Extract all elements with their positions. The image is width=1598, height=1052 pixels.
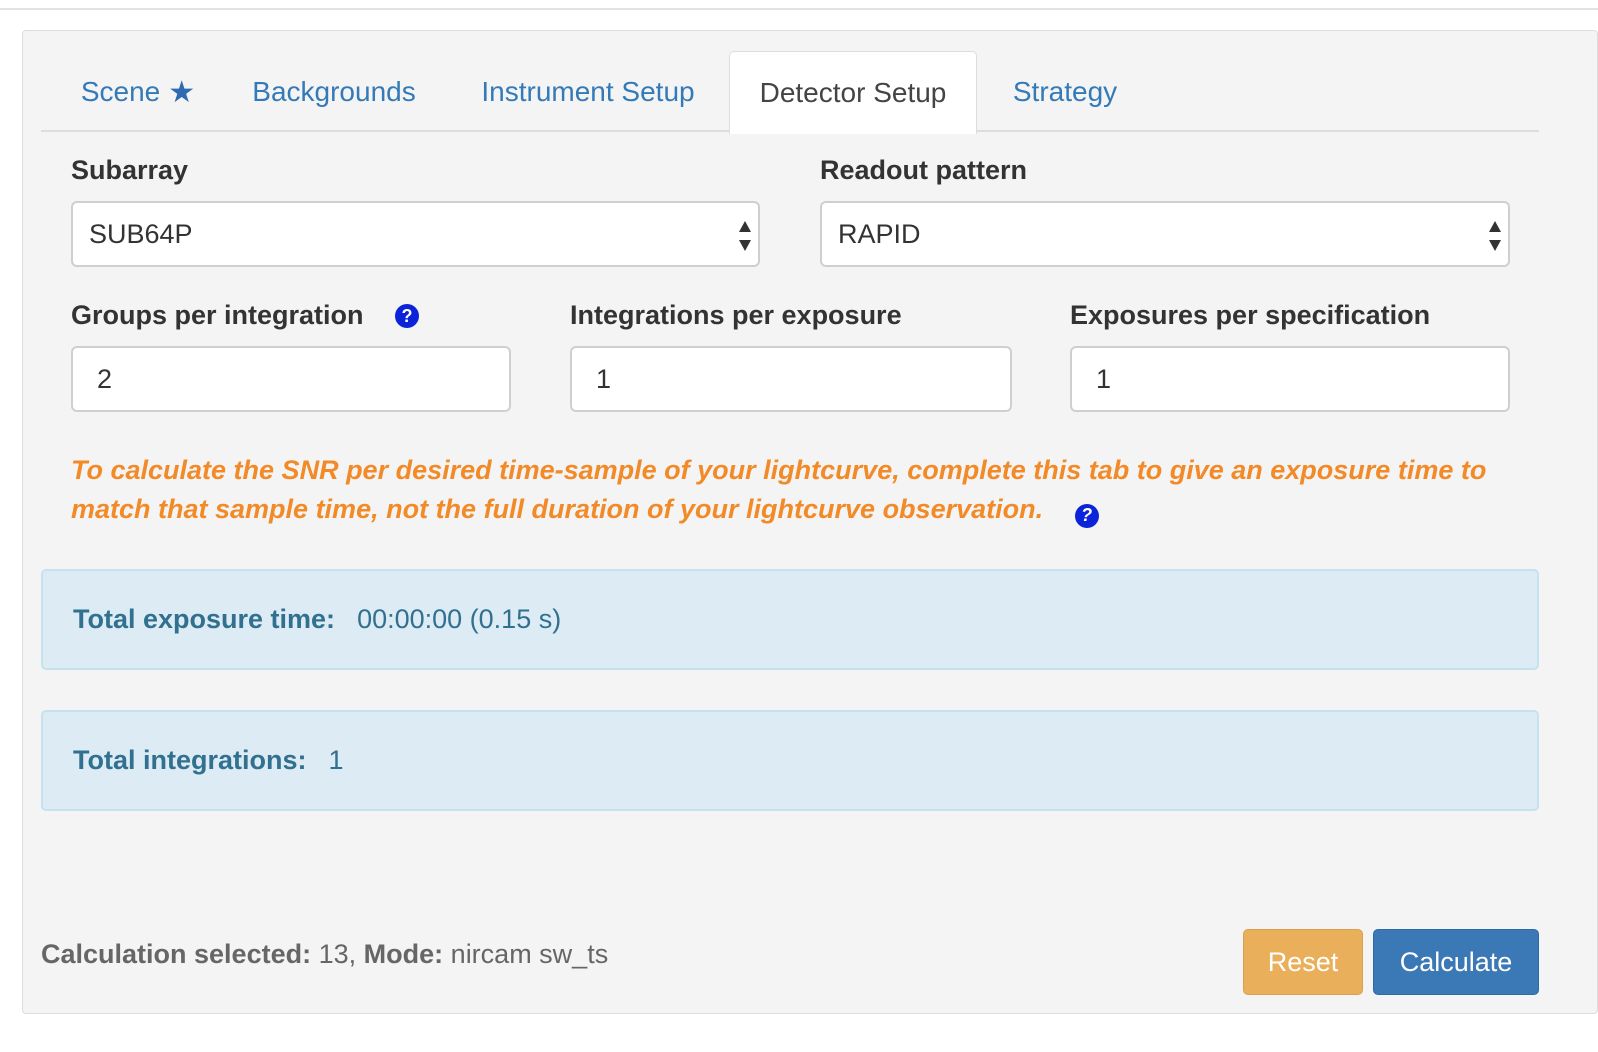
readout-pattern-label: Readout pattern bbox=[820, 155, 1028, 185]
subarray-select[interactable]: SUB64P bbox=[71, 201, 760, 267]
calculation-selected-value: 13, bbox=[318, 939, 357, 969]
total-exposure-time-label: Total exposure time: bbox=[73, 604, 336, 634]
groups-per-integration-value: 2 bbox=[97, 363, 113, 394]
exposures-per-specification-input[interactable]: 1 bbox=[1070, 346, 1510, 412]
calculation-selected-label: Calculation selected: bbox=[41, 939, 312, 969]
calculation-status: Calculation selected: 13, Mode: nircam s… bbox=[41, 939, 608, 970]
exposures-per-specification-value: 1 bbox=[1096, 363, 1112, 394]
reset-button[interactable]: Reset bbox=[1243, 929, 1363, 995]
star-icon: ★ bbox=[168, 75, 196, 109]
mode-label: Mode: bbox=[363, 939, 444, 969]
total-exposure-time-box: Total exposure time: 00:00:00 (0.15 s) bbox=[41, 569, 1539, 670]
select-arrows-icon bbox=[1488, 221, 1502, 251]
detector-setup-panel: Scene ★ Backgrounds Instrument Setup Det… bbox=[22, 30, 1598, 1014]
calculate-button[interactable]: Calculate bbox=[1373, 929, 1539, 995]
tab-strategy-label: Strategy bbox=[1012, 76, 1118, 107]
total-integrations-value: 1 bbox=[328, 745, 344, 775]
tab-backgrounds-label: Backgrounds bbox=[252, 76, 416, 107]
groups-per-integration-label: Groups per integration bbox=[71, 300, 364, 330]
tab-strategy[interactable]: Strategy bbox=[1013, 51, 1117, 133]
tab-detector-setup[interactable]: Detector Setup bbox=[729, 51, 977, 134]
integrations-per-exposure-input[interactable]: 1 bbox=[570, 346, 1012, 412]
groups-per-integration-input[interactable]: 2 bbox=[71, 346, 511, 412]
mode-value: nircam sw_ts bbox=[450, 939, 609, 969]
tab-instrument-setup-label: Instrument Setup bbox=[481, 76, 695, 107]
notice-help-icon[interactable]: ? bbox=[1074, 503, 1099, 528]
page-top-divider bbox=[0, 8, 1598, 10]
tab-scene[interactable]: Scene ★ bbox=[73, 51, 203, 133]
lightcurve-notice: To calculate the SNR per desired time-sa… bbox=[71, 451, 1531, 529]
integrations-per-exposure-label: Integrations per exposure bbox=[570, 300, 902, 330]
total-integrations-box: Total integrations: 1 bbox=[41, 710, 1539, 811]
subarray-value: SUB64P bbox=[89, 218, 193, 249]
integrations-per-exposure-value: 1 bbox=[596, 363, 612, 394]
subarray-label: Subarray bbox=[71, 155, 189, 185]
exposures-per-specification-label: Exposures per specification bbox=[1070, 300, 1431, 330]
select-arrows-icon bbox=[738, 221, 752, 251]
total-integrations-label: Total integrations: bbox=[73, 745, 307, 775]
total-exposure-time-value: 00:00:00 (0.15 s) bbox=[357, 604, 562, 634]
tab-backgrounds[interactable]: Backgrounds bbox=[251, 51, 417, 133]
lightcurve-notice-text: To calculate the SNR per desired time-sa… bbox=[71, 455, 1487, 524]
readout-pattern-value: RAPID bbox=[838, 218, 921, 249]
groups-help-icon[interactable]: ? bbox=[395, 304, 419, 328]
tab-scene-label: Scene bbox=[80, 76, 161, 107]
tab-instrument-setup[interactable]: Instrument Setup bbox=[481, 51, 695, 133]
readout-pattern-select[interactable]: RAPID bbox=[820, 201, 1510, 267]
tab-bar: Scene ★ Backgrounds Instrument Setup Det… bbox=[41, 31, 1539, 134]
tab-detector-setup-label: Detector Setup bbox=[759, 77, 947, 108]
